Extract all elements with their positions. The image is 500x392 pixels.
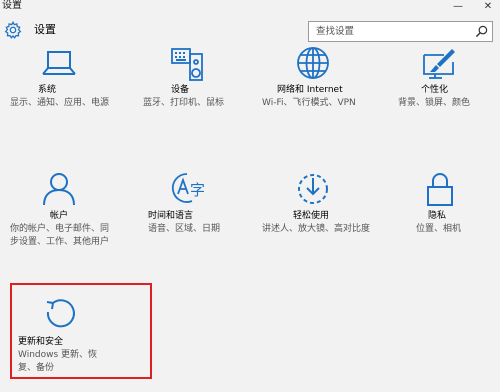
tile-label: 设备: [171, 85, 190, 95]
page-title: 设置: [34, 23, 56, 36]
globe-icon: [297, 47, 329, 79]
highlight-box: [10, 283, 152, 379]
ease-of-access-icon: [298, 174, 328, 204]
tile-ease-of-access[interactable]: 轻松使用 讲述人、放大镜、高对比度: [256, 168, 376, 268]
settings-window: 设置 — ✕ 设置 查找设置 系统 显示、通知、应用、电源 设备 蓝牙、打印机、…: [0, 0, 500, 392]
tile-label: 帐户: [50, 211, 69, 221]
tile-description: 语音、区域、日期: [148, 224, 221, 234]
search-icon[interactable]: [475, 25, 488, 38]
tile-description: 位置、相机: [416, 224, 462, 234]
gear-icon: [4, 21, 22, 39]
tile-time-language[interactable]: 字 时间和语言 语音、区域、日期: [130, 168, 250, 268]
title-bar: 设置 — ✕: [0, 0, 500, 14]
keyboard-speaker-icon: [171, 48, 203, 81]
laptop-icon: [42, 51, 76, 75]
tile-label: 网络和 Internet: [277, 85, 343, 95]
lock-icon: [427, 173, 453, 206]
time-language-icon: 字: [171, 173, 205, 203]
tile-label: 个性化: [421, 85, 449, 95]
tile-label: 系统: [38, 85, 57, 95]
search-input[interactable]: 查找设置: [308, 21, 493, 42]
close-button[interactable]: ✕: [480, 1, 496, 13]
tile-description: 显示、通知、应用、电源: [10, 98, 110, 108]
tile-network-internet[interactable]: 网络和 Internet Wi-Fi、飞行模式、VPN: [256, 44, 376, 124]
brush-monitor-icon: [423, 49, 455, 79]
minimize-button[interactable]: —: [450, 1, 466, 13]
tile-system[interactable]: 系统 显示、通知、应用、电源: [0, 44, 120, 124]
tile-description: 蓝牙、打印机、鼠标: [143, 98, 225, 108]
tile-accounts[interactable]: 帐户 你的帐户、电子邮件、同步设置、工作、其他用户: [0, 168, 120, 268]
search-placeholder: 查找设置: [316, 26, 355, 37]
tile-privacy[interactable]: 隐私 位置、相机: [384, 168, 500, 268]
tile-description: 背景、锁屏、颜色: [398, 98, 471, 108]
svg-text:字: 字: [190, 181, 205, 199]
tile-description: 你的帐户、电子邮件、同步设置、工作、其他用户: [10, 224, 110, 247]
tile-label: 时间和语言: [148, 211, 194, 221]
window-title: 设置: [2, 0, 22, 11]
person-icon: [43, 173, 75, 206]
tile-devices[interactable]: 设备 蓝牙、打印机、鼠标: [130, 44, 250, 124]
tile-label: 轻松使用: [293, 211, 330, 221]
tile-label: 隐私: [428, 211, 447, 221]
tile-personalization[interactable]: 个性化 背景、锁屏、颜色: [384, 44, 500, 124]
tile-description: Wi-Fi、飞行模式、VPN: [262, 98, 356, 108]
tile-description: 讲述人、放大镜、高对比度: [262, 224, 371, 234]
